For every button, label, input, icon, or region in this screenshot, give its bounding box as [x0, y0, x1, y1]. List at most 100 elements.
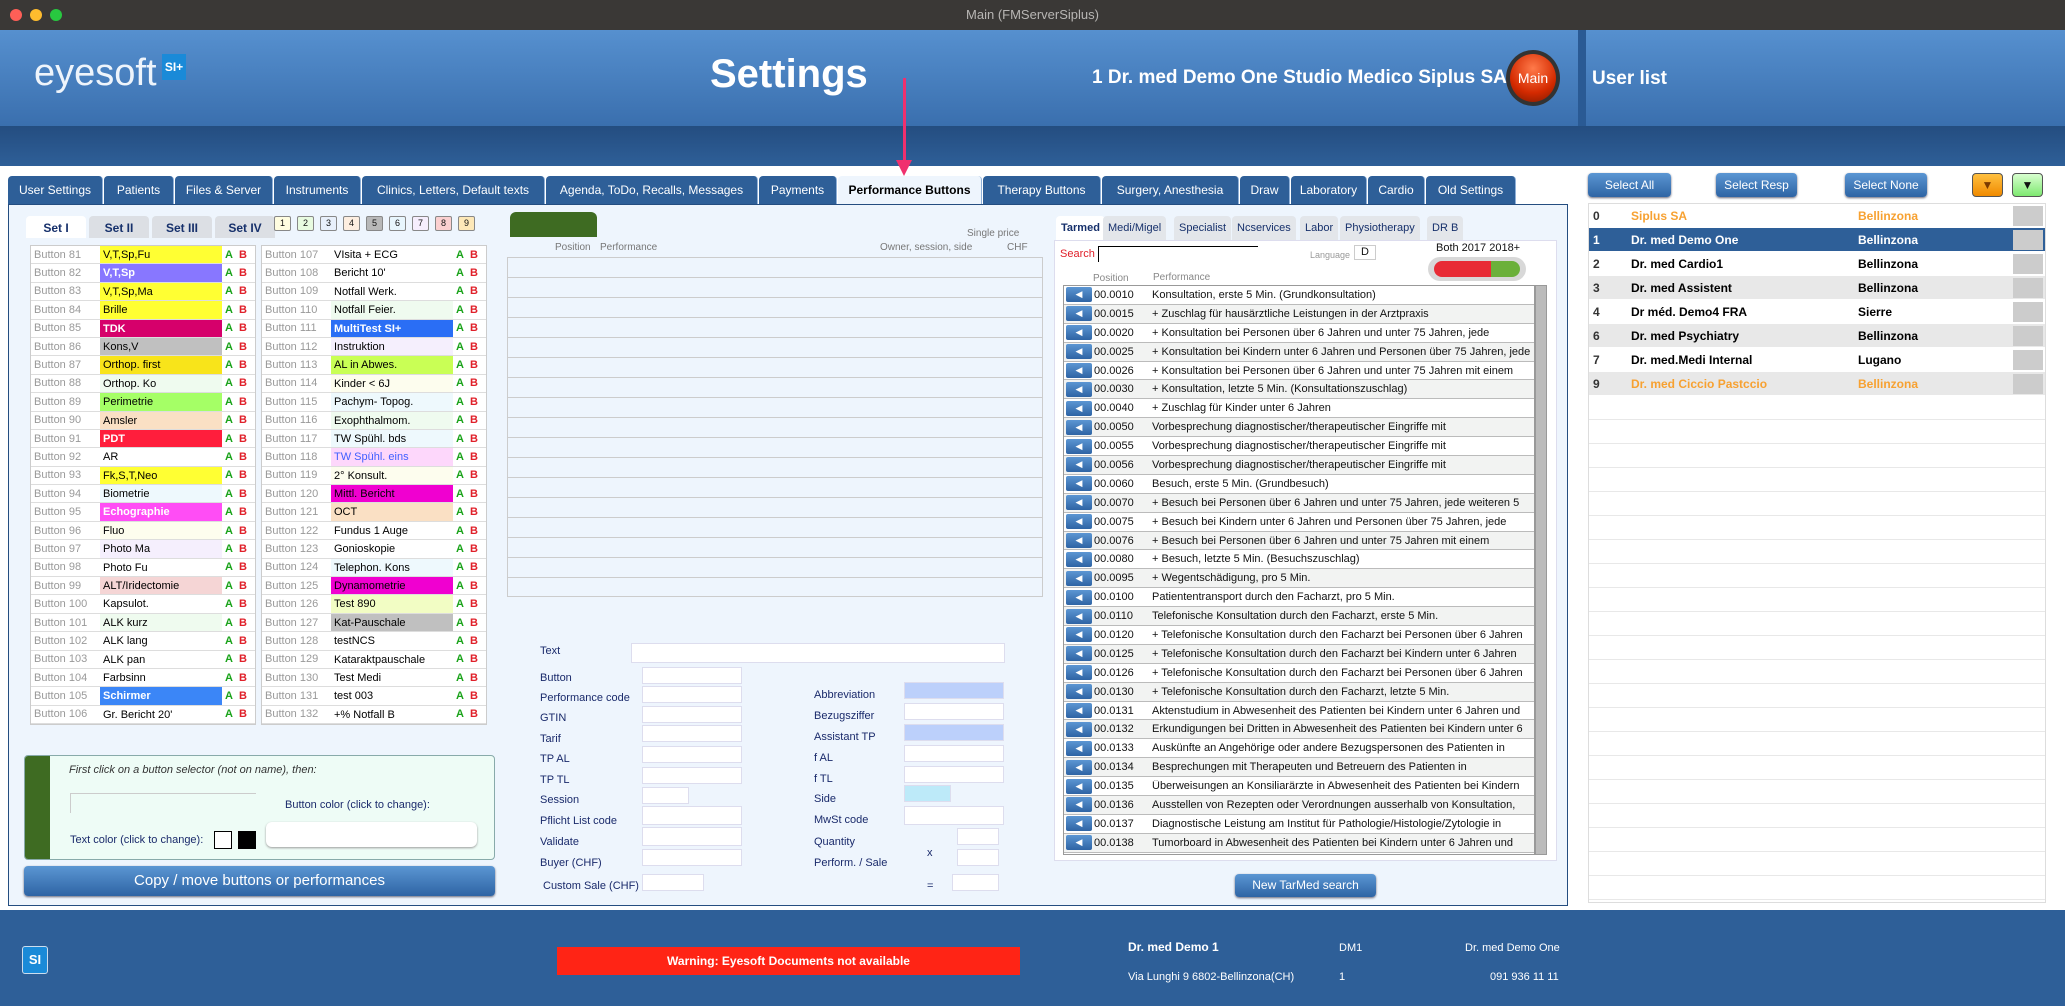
tarmed-row[interactable]: ◀ 00.0134 Besprechungen mit Therapeuten un…: [1064, 758, 1534, 778]
user-row[interactable]: 4 Dr méd. Demo4 FRA Sierre: [1589, 300, 2045, 324]
set-tab-1[interactable]: Set I: [26, 216, 86, 238]
f-al-input[interactable]: [904, 745, 1004, 762]
set-b-button[interactable]: B: [236, 285, 250, 297]
session-input[interactable]: [642, 787, 689, 804]
set-a-button[interactable]: A: [453, 396, 467, 408]
button-row[interactable]: Button 107 VIsita + ECG A B: [262, 246, 486, 265]
text-input[interactable]: [631, 643, 1005, 663]
set-a-button[interactable]: A: [222, 488, 236, 500]
tarmed-row[interactable]: ◀ 00.0010 Konsultation, erste 5 Min. (Grun…: [1064, 286, 1534, 305]
set-a-button[interactable]: A: [222, 690, 236, 702]
user-checkbox[interactable]: [2013, 349, 2043, 370]
tarmed-scrollbar[interactable]: [1535, 285, 1547, 855]
set-a-button[interactable]: A: [453, 469, 467, 481]
set-b-button[interactable]: B: [236, 341, 250, 353]
button-row[interactable]: Button 119 2° Konsult. A B: [262, 466, 486, 486]
button-name[interactable]: Amsler: [100, 411, 222, 429]
button-row[interactable]: Button 120 Mittl. Bericht A B: [262, 485, 486, 504]
language-select[interactable]: D: [1354, 245, 1376, 260]
button-name[interactable]: Notfall Feier.: [331, 301, 453, 319]
add-arrow-icon[interactable]: ◀: [1066, 306, 1092, 322]
user-row[interactable]: 2 Dr. med Cardio1 Bellinzona: [1589, 252, 2045, 276]
button-row[interactable]: Button 116 Exophthalmom. A B: [262, 411, 486, 430]
add-arrow-icon[interactable]: ◀: [1066, 476, 1092, 492]
set-b-button[interactable]: B: [236, 617, 250, 629]
button-row[interactable]: Button 108 Bericht 10' A B: [262, 264, 486, 283]
button-row[interactable]: Button 98 Photo Fu A B: [31, 558, 255, 578]
tarmed-row[interactable]: ◀ 00.0050 Vorbesprechung diagnostischer/th…: [1064, 418, 1534, 438]
tab-clinics-letters-default-texts[interactable]: Clinics, Letters, Default texts: [362, 176, 545, 204]
set-a-button[interactable]: A: [222, 635, 236, 647]
new-tarmed-search-button[interactable]: New TarMed search: [1235, 874, 1376, 897]
button-name[interactable]: testNCS: [331, 632, 453, 650]
tab-old-settings[interactable]: Old Settings: [1426, 176, 1516, 204]
tab-draw[interactable]: Draw: [1240, 176, 1290, 204]
add-arrow-icon[interactable]: ◀: [1066, 551, 1092, 567]
button-row[interactable]: Button 118 TW Spühl. eins A B: [262, 448, 486, 467]
button-name[interactable]: Kapsulot.: [100, 595, 222, 613]
set-a-button[interactable]: A: [453, 561, 467, 573]
set-b-button[interactable]: B: [467, 653, 481, 665]
button-row[interactable]: Button 105 Schirmer A B: [31, 687, 255, 706]
button-row[interactable]: Button 84 Brille A B: [31, 301, 255, 320]
button-row[interactable]: Button 121 OCT A B: [262, 503, 486, 522]
set-b-button[interactable]: B: [467, 322, 481, 334]
button-name[interactable]: Test Medi: [331, 668, 453, 687]
tab-surgery-anesthesia[interactable]: Surgery, Anesthesia: [1102, 176, 1239, 204]
button-row[interactable]: Button 117 TW Spühl. bds A B: [262, 429, 486, 449]
button-name[interactable]: Mittl. Bericht: [331, 485, 453, 503]
set-b-button[interactable]: B: [467, 267, 481, 279]
button-name[interactable]: Schirmer: [100, 687, 222, 705]
button-row[interactable]: Button 81 V,T,Sp,Fu A B: [31, 246, 255, 265]
tarmed-tab-ncservices[interactable]: Ncservices: [1232, 216, 1296, 240]
buyer-input[interactable]: [642, 849, 742, 866]
tab-files-server[interactable]: Files & Server: [175, 176, 273, 204]
button-row[interactable]: Button 113 AL in Abwes. A B: [262, 356, 486, 375]
button-name[interactable]: +% Notfall B: [331, 705, 453, 724]
minimize-window-button[interactable]: [30, 9, 42, 21]
tarmed-tab-medi-migel[interactable]: Medi/Migel: [1103, 216, 1167, 240]
validate-select-input[interactable]: [642, 827, 742, 846]
button-name[interactable]: Echographie: [100, 503, 222, 521]
sort-down-orange-icon[interactable]: ▼: [1972, 173, 2003, 197]
set-tab-3[interactable]: Set III: [152, 216, 212, 238]
button-row[interactable]: Button 90 Amsler A B: [31, 411, 255, 430]
add-arrow-icon[interactable]: ◀: [1066, 325, 1092, 341]
button-name[interactable]: Orthop. first: [100, 356, 222, 374]
tarmed-row[interactable]: ◀ 00.0137 Diagnostische Leistung am Instit…: [1064, 815, 1534, 834]
f-tl-input[interactable]: [904, 766, 1004, 783]
tarmed-row[interactable]: ◀ 00.0075 + Besuch bei Kindern unter 6 Jah…: [1064, 513, 1534, 532]
button-row[interactable]: Button 94 Biometrie A B: [31, 485, 255, 504]
button-row[interactable]: Button 131 test 003 A B: [262, 687, 486, 706]
add-arrow-icon[interactable]: ◀: [1066, 419, 1092, 435]
user-checkbox[interactable]: [2013, 325, 2043, 346]
set-b-button[interactable]: B: [467, 469, 481, 481]
user-checkbox[interactable]: [2013, 205, 2043, 226]
set-a-button[interactable]: A: [222, 708, 236, 720]
tarmed-row[interactable]: ◀ 00.0126 + Telefonische Konsultation durc…: [1064, 664, 1534, 683]
set-a-button[interactable]: A: [222, 377, 236, 389]
set-b-button[interactable]: B: [467, 580, 481, 592]
set-b-button[interactable]: B: [467, 285, 481, 297]
button-row[interactable]: Button 82 V,T,Sp A B: [31, 264, 255, 283]
add-arrow-icon[interactable]: ◀: [1066, 608, 1092, 624]
button-name[interactable]: Biometrie: [100, 485, 222, 503]
button-name[interactable]: TDK: [100, 319, 222, 337]
set-b-button[interactable]: B: [467, 635, 481, 647]
set-b-button[interactable]: B: [467, 543, 481, 555]
page-button-8[interactable]: 8: [435, 216, 452, 231]
set-a-button[interactable]: A: [453, 635, 467, 647]
button-name[interactable]: OCT: [331, 503, 453, 521]
button-name[interactable]: VIsita + ECG: [331, 246, 453, 264]
tarmed-row[interactable]: ◀ 00.0070 + Besuch bei Personen über 6 Jah…: [1064, 493, 1534, 513]
set-b-button[interactable]: B: [236, 451, 250, 463]
set-b-button[interactable]: B: [236, 653, 250, 665]
button-name[interactable]: V,T,Sp: [100, 264, 222, 282]
button-name[interactable]: Notfall Werk.: [331, 282, 453, 301]
add-arrow-icon[interactable]: ◀: [1066, 344, 1092, 360]
set-a-button[interactable]: A: [222, 672, 236, 684]
set-tab-4[interactable]: Set IV: [215, 216, 275, 238]
tarmed-tab-physiotherapy[interactable]: Physiotherapy: [1340, 216, 1420, 240]
set-b-button[interactable]: B: [236, 506, 250, 518]
set-a-button[interactable]: A: [222, 561, 236, 573]
